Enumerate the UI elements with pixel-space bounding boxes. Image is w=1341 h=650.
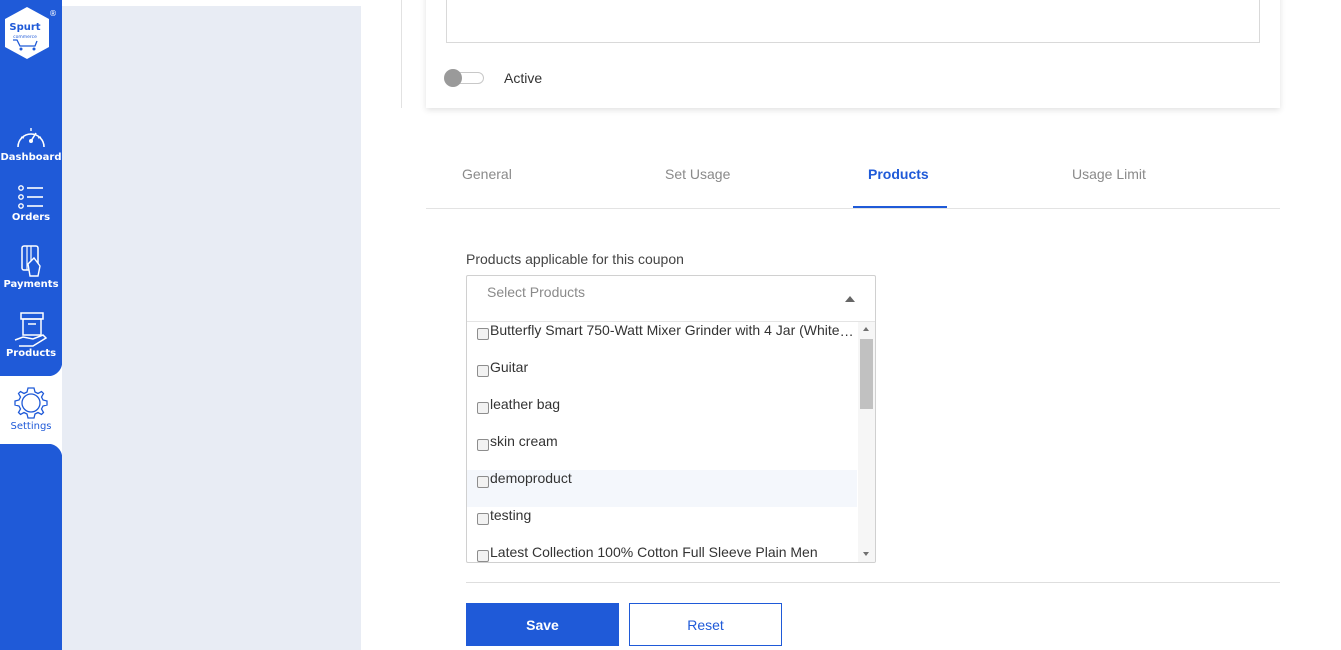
option-checkbox[interactable] [477,550,489,562]
list-item[interactable]: Guitar [467,359,857,396]
column-divider [401,0,402,108]
form-divider [466,582,1280,583]
logo-subtext: commerce [13,34,37,40]
sidebar-item-label: Orders [11,212,51,223]
spurt-logo[interactable]: Spurt commerce [3,6,51,60]
tab-products[interactable]: Products [868,166,929,182]
box-hand-icon [14,312,48,347]
option-label: Butterfly Smart 750-Watt Mixer Grinder w… [490,322,857,338]
products-select-header[interactable]: Select Products [467,276,875,322]
tab-set-usage[interactable]: Set Usage [665,166,730,182]
list-item[interactable]: skin cream [467,433,857,470]
sidebar-item-dashboard[interactable]: Dashboard [0,123,62,163]
option-label: Latest Collection 100% Cotton Full Sleev… [490,544,818,560]
option-checkbox[interactable] [477,402,489,414]
active-toggle[interactable] [444,69,484,87]
list-item[interactable]: Butterfly Smart 750-Watt Mixer Grinder w… [467,322,857,359]
sidebar-item-label: Products [5,348,57,359]
list-item[interactable]: leather bag [467,396,857,433]
option-label: testing [490,507,532,523]
secondary-nav-panel [62,6,361,650]
registered-mark: ® [49,9,57,18]
option-checkbox[interactable] [477,476,489,488]
option-checkbox[interactable] [477,365,489,377]
products-multiselect[interactable]: Select Products Butterfly Smart 750-Watt… [466,275,876,563]
tab-general[interactable]: General [462,166,512,182]
sidebar: Spurt commerce ® Dashboard Orders Paymen… [0,0,62,650]
sidebar-item-products[interactable]: Products [0,310,62,359]
option-label: Guitar [490,359,529,375]
gear-icon [14,387,48,419]
list-item[interactable]: testing [467,507,857,544]
save-button[interactable]: Save [466,603,619,646]
coupon-details-card: Active [426,0,1280,108]
coupon-tabs: General Set Usage Products Usage Limit [426,152,1280,209]
caret-up-icon[interactable] [845,296,855,302]
sidebar-item-label: Settings [10,421,52,432]
list-icon [18,185,43,209]
option-label: leather bag [490,396,561,412]
scroll-thumb[interactable] [860,339,873,409]
option-checkbox[interactable] [477,328,489,340]
scroll-up-arrow-icon[interactable] [863,327,869,331]
products-select-placeholder: Select Products [487,284,586,300]
option-label: demoproduct [490,470,572,486]
options-scrollbar[interactable] [858,322,875,562]
sidebar-item-settings[interactable]: Settings [0,362,62,458]
description-textarea[interactable] [446,0,1260,43]
payment-card-icon [21,245,41,277]
sidebar-item-label: Dashboard [0,152,62,163]
sidebar-item-label: Payments [3,279,59,290]
gauge-icon [17,128,45,148]
option-checkbox[interactable] [477,513,489,525]
list-item[interactable]: demoproduct [467,470,857,507]
tab-usage-limit[interactable]: Usage Limit [1072,166,1146,182]
reset-button[interactable]: Reset [629,603,782,646]
list-item[interactable]: Latest Collection 100% Cotton Full Sleev… [467,544,857,562]
products-options-list: Butterfly Smart 750-Watt Mixer Grinder w… [467,322,857,562]
option-checkbox[interactable] [477,439,489,451]
sidebar-item-orders[interactable]: Orders [0,183,62,223]
logo-text: Spurt [9,22,40,33]
sidebar-item-payments[interactable]: Payments [0,244,62,290]
option-label: skin cream [490,433,558,449]
products-field-label: Products applicable for this coupon [466,251,684,267]
active-tab-indicator [853,206,947,208]
toggle-knob [444,69,462,87]
scroll-down-arrow-icon[interactable] [863,552,869,556]
active-label: Active [504,70,543,86]
